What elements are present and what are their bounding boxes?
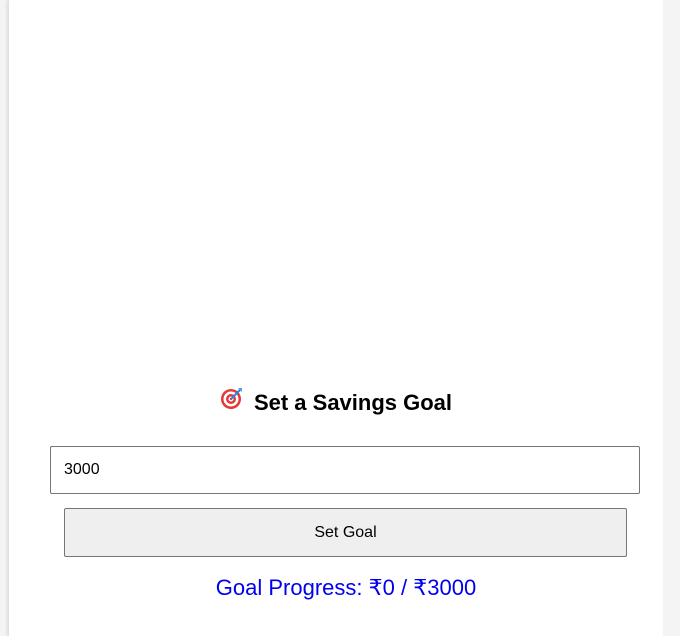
goal-progress-saved: ₹0 bbox=[368, 575, 395, 600]
goal-progress-label: Goal Progress: bbox=[215, 575, 363, 600]
main-panel: Set a Savings Goal Set Goal Goal Progres… bbox=[9, 0, 663, 636]
goal-title-text: Set a Savings Goal bbox=[253, 390, 453, 415]
goal-amount-input[interactable] bbox=[50, 446, 640, 494]
set-goal-button[interactable]: Set Goal bbox=[64, 508, 627, 557]
goal-progress-text: Goal Progress: ₹0 / ₹3000 bbox=[9, 573, 680, 603]
goal-progress-target: ₹3000 bbox=[413, 575, 477, 600]
content-area-blank bbox=[9, 0, 663, 380]
target-dart-icon bbox=[220, 386, 244, 418]
goal-progress-separator: / bbox=[401, 575, 408, 600]
goal-section-title: Set a Savings Goal bbox=[9, 388, 663, 420]
